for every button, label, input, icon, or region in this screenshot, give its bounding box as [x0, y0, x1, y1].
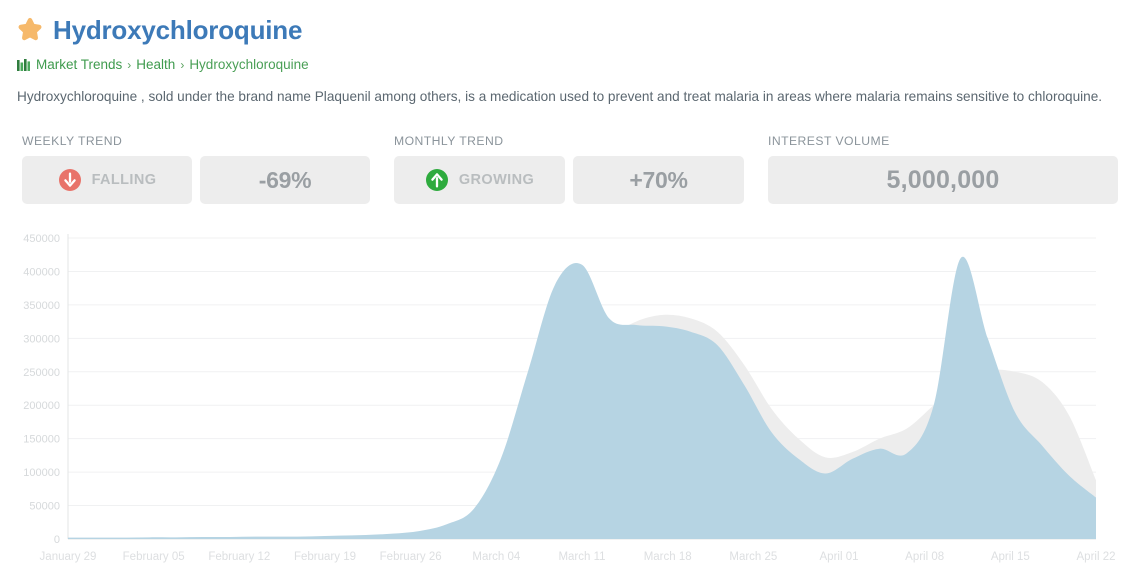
page-header: Hydroxychloroquine	[16, 16, 302, 44]
monthly-trend-label: MONTHLY TREND	[394, 134, 504, 148]
svg-text:February 12: February 12	[208, 551, 270, 563]
svg-text:450000: 450000	[23, 233, 60, 245]
svg-text:100000: 100000	[23, 467, 60, 479]
interest-volume-value: 5,000,000	[886, 165, 1000, 194]
interest-over-time-chart[interactable]: 0 50000 100000 150000 200000 250000 300000 3500…	[0, 226, 1133, 587]
svg-text:50000: 50000	[29, 501, 60, 513]
arrow-down-circle-icon	[58, 168, 82, 192]
svg-text:0: 0	[54, 534, 60, 546]
svg-text:March 04: March 04	[472, 551, 521, 563]
star-icon[interactable]	[16, 16, 44, 44]
monthly-trend-direction-card[interactable]: GROWING	[394, 156, 565, 204]
breadcrumb-link-category[interactable]: Health	[136, 57, 175, 72]
page-description: Hydroxychloroquine , sold under the bran…	[17, 89, 1103, 104]
weekly-trend-value-card[interactable]: -69%	[200, 156, 370, 204]
svg-text:250000: 250000	[23, 367, 60, 379]
monthly-trend-value-card[interactable]: +70%	[573, 156, 744, 204]
bar-chart-icon	[17, 58, 36, 71]
svg-text:January 29: January 29	[40, 551, 97, 563]
svg-text:April 08: April 08	[905, 551, 944, 563]
svg-text:March 25: March 25	[729, 551, 777, 563]
svg-text:300000: 300000	[23, 333, 60, 345]
svg-text:March 18: March 18	[644, 551, 692, 563]
svg-text:April 22: April 22	[1077, 551, 1116, 563]
monthly-trend-group: MONTHLY TREND GROWING +70%	[394, 134, 744, 204]
breadcrumb-link-root[interactable]: Market Trends	[36, 57, 122, 72]
svg-text:April 01: April 01	[820, 551, 859, 563]
breadcrumb-separator: ›	[180, 57, 185, 72]
weekly-trend-direction-card[interactable]: FALLING	[22, 156, 192, 204]
svg-text:400000: 400000	[23, 266, 60, 278]
monthly-trend-direction: GROWING	[458, 172, 535, 188]
svg-text:350000: 350000	[23, 300, 60, 312]
trend-page: Hydroxychloroquine Market Trends › Healt…	[0, 0, 1133, 587]
breadcrumb-separator: ›	[127, 57, 132, 72]
interest-volume-label: INTEREST VOLUME	[768, 134, 890, 148]
svg-text:April 15: April 15	[991, 551, 1030, 563]
svg-text:February 05: February 05	[123, 551, 185, 563]
svg-text:150000: 150000	[23, 434, 60, 446]
interest-volume-group: INTEREST VOLUME 5,000,000	[768, 134, 1118, 204]
svg-text:February 26: February 26	[380, 551, 442, 563]
weekly-trend-label: WEEKLY TREND	[22, 134, 123, 148]
breadcrumb-current: Hydroxychloroquine	[189, 57, 309, 72]
stats-row: WEEKLY TREND FALLING -69% MONTHLY TREND …	[22, 134, 1118, 204]
weekly-trend-direction: FALLING	[91, 172, 157, 188]
monthly-trend-value: +70%	[629, 166, 688, 193]
weekly-trend-group: WEEKLY TREND FALLING -69%	[22, 134, 370, 204]
page-title: Hydroxychloroquine	[53, 15, 303, 45]
svg-text:March 11: March 11	[558, 551, 605, 563]
arrow-up-circle-icon	[425, 168, 449, 192]
interest-volume-card[interactable]: 5,000,000	[768, 156, 1118, 204]
weekly-trend-value: -69%	[258, 166, 312, 193]
breadcrumb: Market Trends › Health › Hydroxychloroqu…	[17, 57, 309, 72]
svg-text:200000: 200000	[23, 400, 60, 412]
svg-text:February 19: February 19	[294, 551, 356, 563]
